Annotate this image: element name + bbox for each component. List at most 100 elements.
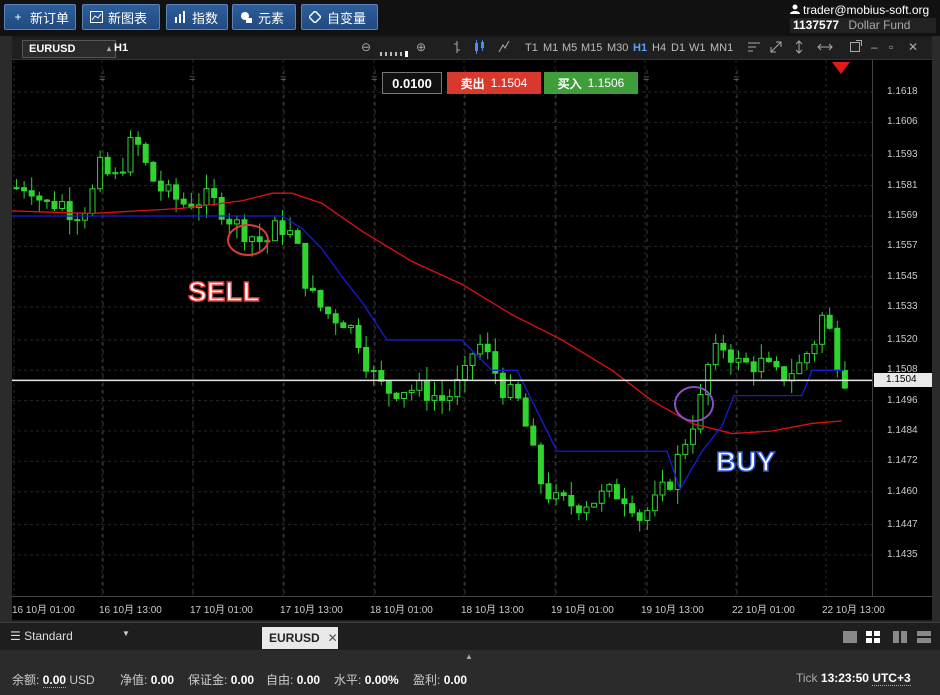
candle-bearish — [781, 366, 788, 382]
new-order-button[interactable]: + 新订单 — [4, 4, 76, 30]
timeframe-h4[interactable]: H4 — [652, 42, 666, 54]
close-window-icon[interactable]: ✕ — [908, 40, 918, 54]
candle-bullish — [89, 188, 96, 215]
time-tick-label: 17 10月 01:00 — [190, 605, 253, 616]
layout-grid-icon[interactable] — [866, 631, 880, 643]
user-icon — [790, 3, 800, 17]
margin-level-value: 0.00% — [364, 673, 399, 687]
candle-bearish — [636, 512, 643, 521]
candle-bullish — [203, 188, 210, 206]
chart-shift-marker[interactable] — [832, 62, 850, 74]
candle-bearish — [773, 361, 780, 368]
timeframe-d1[interactable]: D1 — [671, 42, 685, 54]
zoom-in-icon[interactable]: ⊕ — [416, 40, 426, 54]
bar-chart-type-icon[interactable] — [452, 40, 462, 57]
timeframe-w1[interactable]: W1 — [689, 42, 706, 54]
candle-bearish — [484, 343, 491, 353]
candle-bearish — [150, 161, 157, 182]
candle-bearish — [393, 392, 400, 400]
timeframe-m15[interactable]: M15 — [581, 42, 602, 54]
lot-size-input[interactable]: 0.0100 — [382, 72, 442, 94]
minimize-window-icon[interactable]: – — [871, 40, 878, 54]
buy-price: 1.1506 — [587, 76, 625, 90]
profit: 盈利: 0.00 — [413, 673, 468, 687]
candle-bullish — [446, 396, 453, 401]
candle-bullish — [249, 236, 256, 243]
candle-bearish — [43, 199, 50, 202]
bar-chart-icon — [173, 10, 187, 24]
candle-bearish — [51, 200, 58, 210]
session-separator-marker: = — [189, 73, 195, 85]
tab-eurusd[interactable]: EURUSD ✕ — [262, 627, 338, 649]
symbol-selector[interactable]: EURUSD ▴▾ — [22, 40, 116, 69]
candle-bearish — [545, 483, 552, 500]
shapes-icon — [239, 10, 253, 24]
timeframe-m5[interactable]: M5 — [562, 42, 577, 54]
candle-bearish — [157, 180, 164, 192]
zoom-slider[interactable] — [380, 46, 410, 60]
session-separator-marker: = — [99, 73, 105, 85]
candle-bullish — [287, 230, 294, 235]
buy-button[interactable]: 买入 1.1506 — [544, 72, 638, 94]
candlestick-chart[interactable]: ======== — [12, 60, 872, 596]
layout-single-icon[interactable] — [843, 631, 857, 643]
scale-vertical-icon[interactable] — [794, 40, 804, 57]
new-chart-label: 新图表 — [108, 10, 148, 26]
candle-bullish — [112, 172, 119, 175]
custom-variables-button[interactable]: 自变量 — [301, 4, 378, 30]
candle-bullish — [758, 357, 765, 373]
balance: 余额: 0.00 USD — [12, 673, 95, 688]
candle-bullish — [591, 502, 598, 508]
panel-collapse-icon[interactable]: ▲ — [465, 652, 473, 661]
zoom-out-icon[interactable]: ⊖ — [361, 40, 371, 54]
server-time: Tick 13:23:50 UTC+3 — [796, 671, 911, 686]
candle-bullish — [370, 370, 377, 373]
candle-bullish — [461, 364, 468, 381]
candle-bearish — [21, 187, 28, 192]
layout-vertical-icon[interactable] — [893, 631, 907, 643]
candle-bearish — [439, 395, 446, 401]
time-tick-label: 19 10月 13:00 — [641, 605, 704, 616]
scale-horizontal-icon[interactable] — [817, 40, 833, 57]
time-axis[interactable]: 16 10月 01:00 16 10月 13:00 17 10月 01:00 17 1… — [12, 596, 932, 620]
indicator-settings-icon[interactable] — [747, 40, 761, 57]
sell-button[interactable]: 卖出 1.1504 — [447, 72, 541, 94]
line-chart-type-icon[interactable] — [498, 40, 510, 57]
account-number: 1137577 — [793, 18, 840, 32]
account-info[interactable]: trader@mobius-soft.org 1137577 Dollar Fu… — [790, 2, 936, 33]
profile-selector[interactable]: ☰ Standard ▼ — [10, 629, 130, 643]
resize-diagonal-icon[interactable] — [769, 40, 783, 57]
timeframe-h1[interactable]: H1 — [633, 42, 647, 54]
indicators-button[interactable]: 指数 — [166, 4, 228, 30]
elements-button[interactable]: 元素 — [232, 4, 296, 30]
candle-bearish — [180, 198, 187, 205]
margin: 保证金: 0.00 — [188, 673, 255, 687]
candle-chart-type-icon[interactable] — [474, 40, 486, 57]
candle-bullish — [401, 392, 408, 400]
maximize-window-icon[interactable]: ▫ — [889, 40, 893, 54]
indicators-label: 指数 — [192, 10, 219, 26]
candle-bearish — [727, 349, 734, 363]
timeframe-t1[interactable]: T1 — [525, 42, 538, 54]
custom-variables-label: 自变量 — [327, 10, 367, 26]
close-tab-icon[interactable]: ✕ — [328, 631, 338, 645]
candle-bearish — [826, 314, 833, 329]
timeframe-m1[interactable]: M1 — [543, 42, 558, 54]
timeframe-m30[interactable]: M30 — [607, 42, 628, 54]
price-tick-label: 1.1545 — [887, 270, 918, 282]
timezone-selector[interactable]: UTC+3 — [872, 671, 911, 686]
layout-horizontal-icon[interactable] — [917, 631, 931, 643]
timeframe-mn1[interactable]: MN1 — [710, 42, 733, 54]
candle-bearish — [363, 346, 370, 372]
candle-bearish — [765, 357, 772, 363]
candle-bearish — [530, 425, 537, 446]
price-chart[interactable]: ======== — [12, 60, 872, 596]
candle-bearish — [667, 481, 674, 490]
time-tick-label: 16 10月 01:00 — [12, 605, 75, 616]
candle-bearish — [332, 313, 339, 324]
price-axis[interactable]: 1.1618 1.1606 1.1593 1.1581 1.1569 1.1557 1.15… — [872, 60, 932, 596]
candle-bearish — [621, 498, 628, 505]
detach-window-icon[interactable] — [850, 40, 862, 55]
new-chart-button[interactable]: 新图表 — [82, 4, 160, 30]
candle-bullish — [13, 187, 20, 190]
